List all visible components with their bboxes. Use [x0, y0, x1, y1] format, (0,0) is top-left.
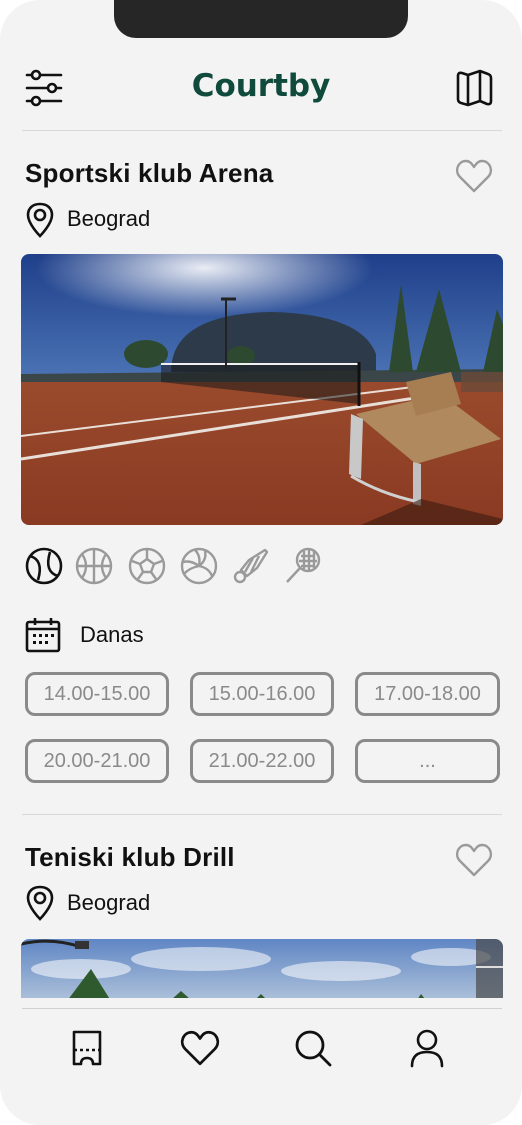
- profile-icon[interactable]: [407, 1028, 447, 1068]
- search-icon[interactable]: [293, 1028, 333, 1068]
- time-slot-button[interactable]: 15.00-16.00: [190, 672, 334, 716]
- tickets-icon[interactable]: [67, 1028, 107, 1068]
- time-slot-button[interactable]: 17.00-18.00: [355, 672, 500, 716]
- card-divider: [22, 814, 502, 815]
- heart-icon[interactable]: [455, 158, 493, 194]
- club-name: Teniski klub Drill: [25, 842, 235, 872]
- time-slot-button[interactable]: 14.00-15.00: [25, 672, 169, 716]
- badminton-icon: [231, 546, 271, 586]
- time-slot-button[interactable]: 21.00-22.00: [190, 739, 334, 783]
- map-icon[interactable]: [454, 68, 494, 108]
- phone-screen: Courtby Sportski klub Arena Beograd Dana…: [0, 0, 522, 1125]
- club-name: Sportski klub Arena: [25, 158, 274, 188]
- volleyball-icon: [179, 546, 219, 586]
- more-slots-button[interactable]: ...: [355, 739, 500, 783]
- time-slot-button[interactable]: 20.00-21.00: [25, 739, 169, 783]
- basketball-icon: [74, 546, 114, 586]
- club-city: Beograd: [67, 206, 151, 231]
- racket-icon: [283, 546, 323, 586]
- location-pin-icon: [24, 202, 56, 238]
- club-photo[interactable]: [21, 254, 503, 525]
- heart-icon[interactable]: [455, 842, 493, 878]
- favorites-icon[interactable]: [180, 1028, 220, 1068]
- club-city: Beograd: [67, 890, 151, 915]
- device-notch: [114, 0, 408, 38]
- tab-bar-divider: [22, 1008, 502, 1009]
- header-divider: [22, 130, 502, 131]
- day-label: Danas: [80, 622, 144, 647]
- sports-list: [24, 546, 324, 588]
- app-header: Courtby: [0, 62, 522, 114]
- location-pin-icon: [24, 885, 56, 921]
- calendar-icon: [24, 616, 62, 654]
- tennis-ball-icon: [24, 546, 64, 586]
- app-logo: Courtby: [191, 68, 331, 104]
- tab-bar: [0, 998, 522, 1125]
- football-icon: [127, 546, 167, 586]
